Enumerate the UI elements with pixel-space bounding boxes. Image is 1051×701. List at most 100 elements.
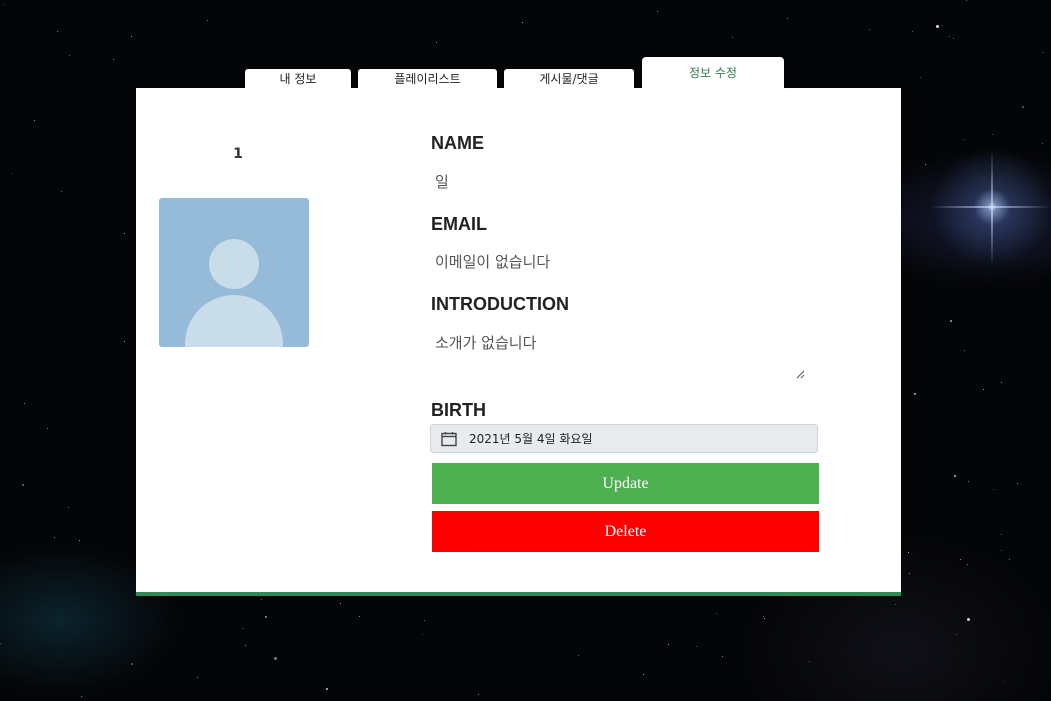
star xyxy=(1001,382,1002,383)
star xyxy=(967,564,968,565)
star xyxy=(968,481,969,482)
star xyxy=(274,657,277,660)
star xyxy=(942,25,943,26)
star xyxy=(1001,550,1002,551)
star xyxy=(809,661,810,662)
star xyxy=(920,77,921,78)
star xyxy=(1009,559,1010,560)
avatar-head xyxy=(209,239,259,289)
star xyxy=(0,643,1,644)
star xyxy=(950,320,952,322)
star xyxy=(79,540,80,541)
birth-date-picker[interactable]: 2021년 5월 4일 화요일 xyxy=(430,424,818,453)
star xyxy=(949,36,950,37)
update-button[interactable]: Update xyxy=(432,463,819,504)
star xyxy=(914,393,916,395)
star xyxy=(869,29,870,30)
star xyxy=(716,613,717,614)
star xyxy=(964,350,965,351)
star xyxy=(908,552,909,553)
star xyxy=(11,173,12,174)
star xyxy=(912,31,913,32)
star xyxy=(207,20,208,21)
star xyxy=(265,616,267,618)
email-field[interactable]: 이메일이 없습니다 xyxy=(435,251,550,272)
name-label: NAME xyxy=(431,133,484,153)
star xyxy=(668,644,669,645)
star xyxy=(57,31,58,32)
star xyxy=(22,484,24,486)
star xyxy=(956,634,957,635)
star xyxy=(1017,483,1018,484)
star xyxy=(657,11,658,12)
star xyxy=(983,389,984,390)
star xyxy=(436,42,437,43)
star xyxy=(326,688,328,690)
star xyxy=(359,616,360,617)
star xyxy=(895,604,896,605)
star xyxy=(47,428,48,429)
star xyxy=(478,694,479,695)
star xyxy=(960,559,961,560)
tab-my-info[interactable]: 내 정보 xyxy=(245,69,351,88)
star xyxy=(722,656,723,657)
user-number: 1 xyxy=(233,146,243,162)
star xyxy=(936,25,939,28)
star xyxy=(131,663,133,665)
tab-edit-info[interactable]: 정보 수정 xyxy=(642,57,784,88)
star xyxy=(522,22,523,23)
star xyxy=(422,634,423,635)
star xyxy=(1022,106,1024,108)
star xyxy=(81,696,82,697)
star xyxy=(787,18,788,19)
email-label: EMAIL xyxy=(431,214,487,234)
star xyxy=(61,191,62,192)
star xyxy=(993,489,994,490)
avatar-body xyxy=(185,295,283,347)
introduction-label: INTRODUCTION xyxy=(431,294,569,314)
star xyxy=(1042,52,1043,53)
star xyxy=(131,36,132,37)
star xyxy=(124,341,125,342)
star xyxy=(967,618,970,621)
star xyxy=(1004,681,1005,682)
star xyxy=(124,233,125,234)
star xyxy=(578,655,579,656)
star xyxy=(732,37,733,38)
star xyxy=(966,0,967,1)
star xyxy=(925,164,926,165)
tab-posts-comments[interactable]: 게시물/댓글 xyxy=(504,69,634,88)
introduction-placeholder: 소개가 없습니다 xyxy=(435,334,537,352)
tab-playlist[interactable]: 플레이리스트 xyxy=(358,69,497,88)
star xyxy=(909,573,910,574)
default-user-icon xyxy=(159,198,309,347)
star xyxy=(1001,534,1002,535)
star xyxy=(954,475,956,477)
resize-handle-icon[interactable] xyxy=(795,369,805,379)
star xyxy=(242,628,243,629)
star xyxy=(68,507,69,508)
star xyxy=(1042,143,1043,144)
star xyxy=(197,677,198,678)
star xyxy=(54,537,55,538)
star xyxy=(764,618,765,619)
name-field[interactable]: 일 xyxy=(435,171,449,192)
star xyxy=(24,403,25,404)
birth-date-value: 2021년 5월 4일 화요일 xyxy=(469,432,593,446)
star xyxy=(763,616,764,617)
star xyxy=(245,645,246,646)
star xyxy=(4,4,5,5)
star xyxy=(696,646,697,647)
birth-label: BIRTH xyxy=(431,400,486,420)
star xyxy=(643,674,644,675)
star xyxy=(992,134,993,135)
star xyxy=(34,120,35,121)
star xyxy=(953,38,954,39)
star xyxy=(424,620,425,621)
star xyxy=(340,603,341,604)
star xyxy=(69,55,70,56)
calendar-icon xyxy=(441,431,457,446)
delete-button[interactable]: Delete xyxy=(432,511,819,552)
star xyxy=(113,59,114,60)
star-flare-vertical xyxy=(991,150,993,265)
